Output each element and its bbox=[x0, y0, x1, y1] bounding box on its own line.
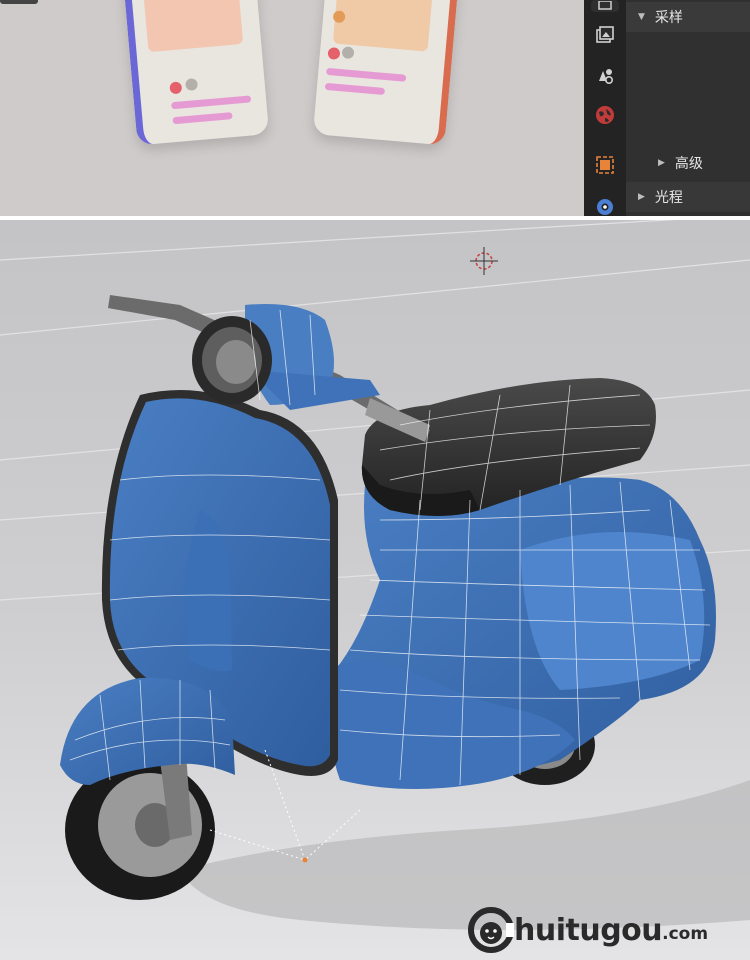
properties-content: ▼ 采样 ▶ 高级 ▶ 光程 bbox=[626, 0, 750, 216]
viewport-canvas bbox=[0, 220, 750, 960]
render-preview[interactable] bbox=[0, 0, 584, 216]
chevron-right-icon: ▶ bbox=[638, 192, 645, 202]
heart-icon bbox=[327, 46, 341, 60]
output-icon[interactable] bbox=[591, 22, 619, 48]
panel-section-light-paths[interactable]: ▶ 光程 bbox=[626, 182, 750, 212]
properties-panel: ▼ 采样 ▶ 高级 ▶ 光程 bbox=[584, 0, 750, 216]
watermark: huitugou .com bbox=[468, 902, 708, 958]
chevron-down-icon: ▼ bbox=[638, 12, 645, 22]
phone-screen bbox=[142, 0, 244, 53]
physics-icon[interactable] bbox=[591, 192, 619, 218]
object-icon[interactable] bbox=[591, 152, 619, 178]
object-origin-icon[interactable] bbox=[302, 857, 308, 863]
text-line bbox=[326, 67, 407, 82]
app-window: ▼ 采样 ▶ 高级 ▶ 光程 huitugou .com bbox=[0, 0, 750, 960]
panel-section-label: 采样 bbox=[654, 10, 683, 26]
heart-icon bbox=[169, 81, 183, 95]
panel-subsection-advanced[interactable]: ▶ 高级 bbox=[626, 149, 750, 177]
dog-logo-icon bbox=[468, 907, 514, 953]
headlight[interactable] bbox=[192, 316, 272, 404]
phone-mockup-right bbox=[312, 0, 460, 146]
chevron-right-icon: ▶ bbox=[658, 158, 665, 168]
panel-section-sampling[interactable]: ▼ 采样 bbox=[626, 2, 750, 32]
view-layer-icon[interactable] bbox=[591, 62, 619, 88]
properties-tab-bar bbox=[584, 0, 626, 216]
panel-section-label: 高级 bbox=[674, 156, 703, 172]
phone-screen bbox=[332, 0, 434, 52]
watermark-tld: .com bbox=[662, 924, 709, 944]
phone-mockup-left bbox=[122, 0, 270, 146]
watermark-text: huitugou bbox=[514, 912, 663, 948]
avatar-dot bbox=[185, 77, 199, 91]
viewport-header-chip bbox=[0, 0, 38, 4]
world-icon[interactable] bbox=[591, 102, 619, 128]
3d-viewport[interactable] bbox=[0, 220, 750, 960]
text-line bbox=[172, 112, 233, 125]
texture-icon[interactable] bbox=[591, 0, 619, 12]
text-line bbox=[171, 95, 252, 110]
avatar-dot bbox=[341, 46, 355, 60]
text-line bbox=[324, 82, 386, 96]
panel-section-label: 光程 bbox=[654, 190, 683, 206]
